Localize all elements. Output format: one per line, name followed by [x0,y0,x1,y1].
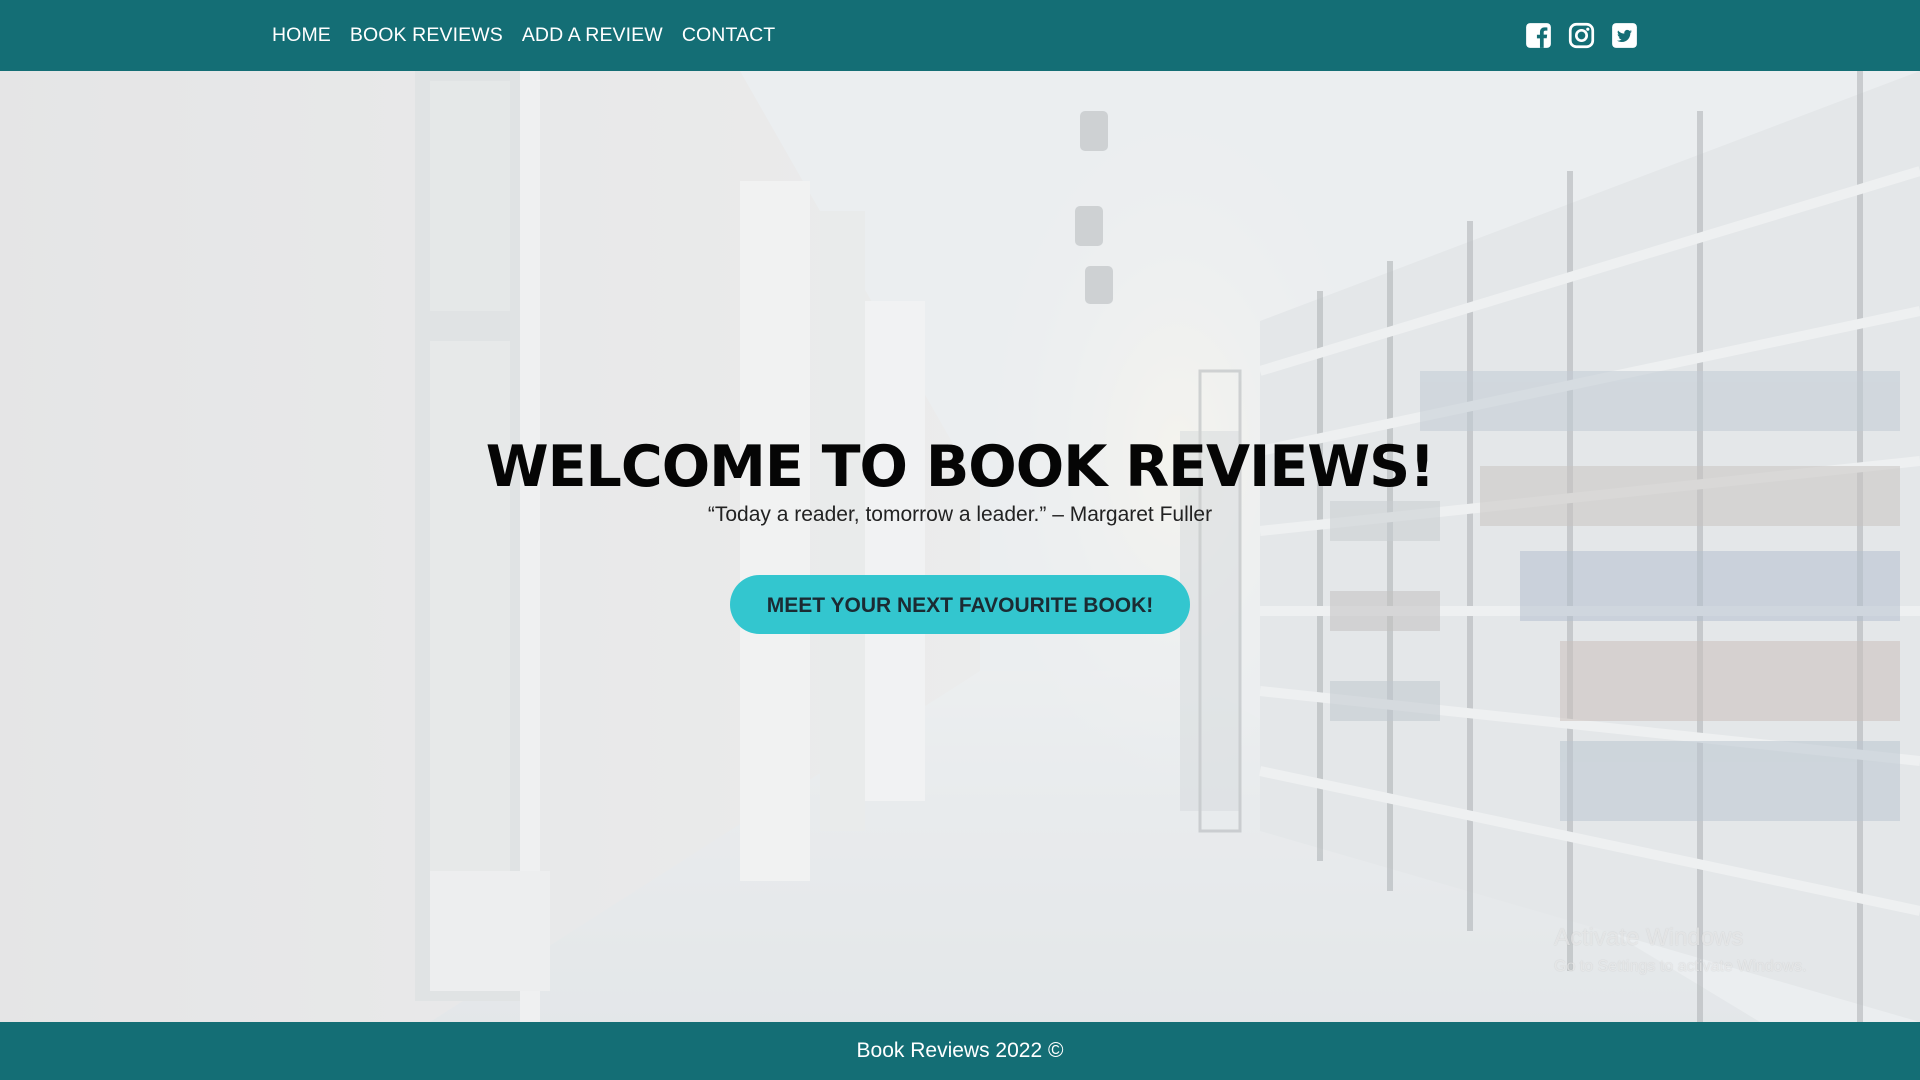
nav-link-home[interactable]: HOME [272,24,331,47]
nav-link-contact[interactable]: CONTACT [682,24,776,47]
main-nav: HOME BOOK REVIEWS ADD A REVIEW CONTACT [272,0,775,71]
nav-link-add-review[interactable]: ADD A REVIEW [522,24,663,47]
instagram-icon[interactable] [1568,22,1595,49]
footer: Book Reviews 2022 © [0,1022,1920,1080]
hero-title: WELCOME TO BOOK REVIEWS! [485,434,1435,500]
nav-link-book-reviews[interactable]: BOOK REVIEWS [350,24,503,47]
hero-quote: “Today a reader, tomorrow a leader.” – M… [707,502,1213,526]
footer-copyright: Book Reviews 2022 © [856,1039,1064,1062]
meet-next-book-button[interactable]: MEET YOUR NEXT FAVOURITE BOOK! [730,574,1190,634]
social-links [1525,0,1638,71]
twitter-icon[interactable] [1611,22,1638,49]
hero-section: WELCOME TO BOOK REVIEWS! “Today a reader… [0,71,1920,1022]
hero-content: WELCOME TO BOOK REVIEWS! “Today a reader… [0,436,1920,634]
watermark-subtitle: Go to Settings to activate Windows. [1554,958,1807,975]
top-navbar: HOME BOOK REVIEWS ADD A REVIEW CONTACT [0,0,1920,71]
activate-windows-watermark: Activate Windows Go to Settings to activ… [1554,924,1807,976]
watermark-title: Activate Windows [1554,924,1744,951]
facebook-icon[interactable] [1525,22,1552,49]
